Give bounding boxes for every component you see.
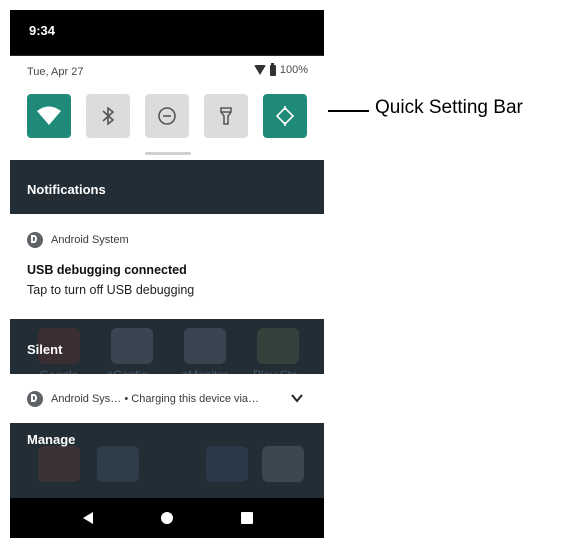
callout-label: Quick Setting Bar bbox=[375, 97, 523, 118]
android-system-icon bbox=[27, 391, 43, 407]
recents-button[interactable] bbox=[239, 510, 255, 526]
silent-header: Silent bbox=[27, 342, 63, 357]
wifi-badge: 4 bbox=[53, 117, 58, 127]
battery-icon bbox=[269, 62, 276, 76]
do-not-disturb-tile[interactable] bbox=[145, 94, 189, 138]
wifi-icon: 4 bbox=[37, 106, 61, 127]
phone-screen: 9:34 Google zConfig... zMonitor Play Sto… bbox=[10, 10, 324, 538]
qs-date: Tue, Apr 27 bbox=[27, 66, 84, 78]
back-button[interactable] bbox=[80, 510, 96, 526]
home-button[interactable] bbox=[159, 510, 175, 526]
rotate-icon bbox=[275, 106, 295, 126]
silent-notification-text: Android Sys… • Charging this device via… bbox=[51, 393, 260, 405]
home-app-calendar bbox=[93, 446, 143, 482]
manage-button[interactable]: Manage bbox=[27, 432, 75, 447]
bluetooth-tile[interactable] bbox=[86, 94, 130, 138]
quick-settings-panel: Tue, Apr 27 100% 4 bbox=[10, 56, 324, 160]
recents-icon bbox=[241, 512, 253, 524]
notification-app-row: Android System bbox=[27, 232, 129, 248]
chevron-down-icon[interactable] bbox=[290, 391, 304, 405]
navigation-bar bbox=[10, 498, 324, 538]
wifi-status-icon bbox=[253, 65, 266, 75]
dnd-icon bbox=[158, 107, 176, 125]
charging-notification[interactable]: Android Sys… • Charging this device via… bbox=[10, 374, 324, 423]
home-app-gmail bbox=[34, 446, 84, 482]
home-app-contacts bbox=[202, 446, 252, 482]
drag-handle[interactable] bbox=[145, 152, 191, 155]
auto-rotate-tile[interactable] bbox=[263, 94, 307, 138]
home-app-camera bbox=[258, 446, 308, 482]
silent-notification-summary: Android Sys… • Charging this device via… bbox=[27, 391, 259, 407]
qs-status-icons: 100% bbox=[253, 62, 308, 76]
notification-app-name: Android System bbox=[51, 234, 129, 246]
callout-line bbox=[328, 110, 369, 112]
wifi-tile[interactable]: 4 bbox=[27, 94, 71, 138]
usb-debugging-notification[interactable]: Android System USB debugging connected T… bbox=[10, 214, 324, 319]
battery-percent: 100% bbox=[279, 64, 308, 76]
back-icon bbox=[83, 512, 93, 524]
home-icon bbox=[161, 512, 173, 524]
status-bar: 9:34 bbox=[10, 10, 324, 55]
notification-text: Tap to turn off USB debugging bbox=[27, 283, 195, 297]
android-system-icon bbox=[27, 232, 43, 248]
notifications-header: Notifications bbox=[27, 182, 106, 197]
flashlight-icon bbox=[220, 107, 232, 125]
notification-title: USB debugging connected bbox=[27, 263, 187, 277]
clock: 9:34 bbox=[29, 23, 56, 38]
flashlight-tile[interactable] bbox=[204, 94, 248, 138]
bluetooth-icon bbox=[102, 106, 115, 126]
